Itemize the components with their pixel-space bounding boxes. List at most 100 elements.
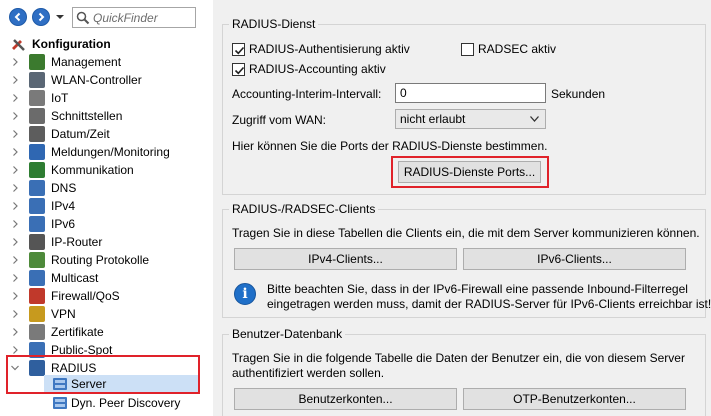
- auth-checkbox[interactable]: RADIUS-Authentisierung aktiv: [232, 42, 410, 56]
- monitoring-icon: [29, 144, 45, 160]
- tree-item-meldungen-monitoring[interactable]: Meldungen/Monitoring: [0, 143, 207, 161]
- tree-item-label: Datum/Zeit: [51, 127, 110, 141]
- tree-item-label: Meldungen/Monitoring: [51, 145, 170, 159]
- chevron-right-icon[interactable]: [11, 58, 19, 66]
- arrow-left-icon: [14, 12, 21, 22]
- ipv6-note-line1: Bitte beachten Sie, dass in der IPv6-Fir…: [267, 282, 688, 296]
- ports-text: Hier können Sie die Ports der RADIUS-Die…: [232, 139, 548, 153]
- quickfinder-field[interactable]: [72, 7, 196, 28]
- tree-item-label: VPN: [51, 307, 76, 321]
- tree-root-label: Konfiguration: [32, 37, 111, 51]
- ipv4-clients-button[interactable]: IPv4-Clients...: [234, 248, 457, 270]
- tree-item-label: IPv4: [51, 199, 76, 213]
- group-title-userdb: Benutzer-Datenbank: [229, 327, 346, 341]
- checkmark-icon: [234, 66, 245, 74]
- ipv4-icon: [29, 198, 45, 214]
- tree-root-konfiguration[interactable]: Konfiguration: [0, 35, 207, 53]
- chevron-right-icon[interactable]: [11, 238, 19, 246]
- clients-text: Tragen Sie in diese Tabellen die Clients…: [232, 226, 700, 240]
- otp-accounts-button[interactable]: OTP-Benutzerkonten...: [463, 388, 686, 410]
- tree-item-label: IoT: [51, 91, 69, 105]
- ipv6-icon: [29, 216, 45, 232]
- tree-item-zertifikate[interactable]: Zertifikate: [0, 323, 207, 341]
- wan-access-select[interactable]: nicht erlaubt: [395, 109, 546, 129]
- tree-item-wlan-controller[interactable]: WLAN-Controller: [0, 71, 207, 89]
- group-radius-clients: RADIUS-/RADSEC-Clients Tragen Sie in die…: [222, 202, 711, 318]
- radsec-checkbox-box[interactable]: [461, 42, 474, 56]
- tree-item-label: Schnittstellen: [51, 109, 123, 123]
- ipv6-note-line2: eingetragen werden muss, damit der RADIU…: [267, 297, 711, 311]
- management-icon: [29, 54, 45, 70]
- forward-button[interactable]: [32, 8, 50, 26]
- tree-item-dns[interactable]: DNS: [0, 179, 207, 197]
- group-title-clients: RADIUS-/RADSEC-Clients: [229, 202, 379, 216]
- tree-item-multicast[interactable]: Multicast: [0, 269, 207, 287]
- tools-icon: [12, 39, 25, 51]
- dns-icon: [29, 180, 45, 196]
- communication-icon: [29, 162, 45, 178]
- tree-item-firewall-qos[interactable]: Firewall/QoS: [0, 287, 207, 305]
- navigation-pane: Konfiguration Management WLAN-Controller I…: [0, 0, 207, 416]
- tree-item-ip-router[interactable]: IP-Router: [0, 233, 207, 251]
- tree-item-iot[interactable]: IoT: [0, 89, 207, 107]
- info-icon: i: [234, 283, 256, 305]
- nav-toolbar: [0, 0, 207, 34]
- back-button[interactable]: [9, 8, 27, 26]
- vpn-icon: [29, 306, 45, 322]
- tree-item-label: IPv6: [51, 217, 76, 231]
- auth-checkbox-box[interactable]: [232, 42, 245, 56]
- accounting-checkbox-box[interactable]: [232, 62, 245, 76]
- arrow-right-icon: [38, 12, 45, 22]
- certificate-icon: [29, 324, 45, 340]
- chevron-right-icon[interactable]: [11, 292, 19, 300]
- tree-item-vpn[interactable]: VPN: [0, 305, 207, 323]
- tree-item-label: Kommunikation: [51, 163, 134, 177]
- tree-item-label: DNS: [51, 181, 77, 195]
- radius-highlight-box: [6, 355, 200, 394]
- interim-interval-unit: Sekunden: [551, 87, 606, 101]
- chevron-right-icon[interactable]: [11, 256, 19, 264]
- tree-item-ipv6[interactable]: IPv6: [0, 215, 207, 233]
- wlan-controller-icon: [29, 72, 45, 88]
- tree-item-routing-protokolle[interactable]: Routing Protokolle: [0, 251, 207, 269]
- quickfinder-input[interactable]: [93, 9, 193, 26]
- ipv6-clients-button[interactable]: IPv6-Clients...: [463, 248, 686, 270]
- interim-interval-label: Accounting-Interim-Intervall:: [232, 87, 382, 101]
- chevron-right-icon[interactable]: [11, 130, 19, 138]
- interim-interval-input[interactable]: 0: [395, 83, 546, 103]
- peer-discovery-icon: [53, 397, 67, 409]
- tree-item-kommunikation[interactable]: Kommunikation: [0, 161, 207, 179]
- chevron-right-icon[interactable]: [11, 112, 19, 120]
- router-icon: [29, 234, 45, 250]
- radsec-checkbox[interactable]: RADSEC aktiv: [461, 42, 556, 56]
- chevron-right-icon[interactable]: [11, 94, 19, 102]
- ports-highlight-box: [391, 156, 549, 188]
- chevron-right-icon[interactable]: [11, 274, 19, 282]
- chevron-right-icon[interactable]: [11, 220, 19, 228]
- chevron-right-icon[interactable]: [11, 148, 19, 156]
- chevron-right-icon[interactable]: [11, 346, 19, 354]
- tree-item-schnittstellen[interactable]: Schnittstellen: [0, 107, 207, 125]
- chevron-right-icon[interactable]: [11, 310, 19, 318]
- wan-access-value: nicht erlaubt: [400, 112, 466, 126]
- search-icon: [76, 11, 90, 25]
- user-accounts-button[interactable]: Benutzerkonten...: [234, 388, 457, 410]
- accounting-checkbox-label: RADIUS-Accounting aktiv: [249, 62, 386, 76]
- chevron-right-icon[interactable]: [11, 184, 19, 192]
- history-dropdown-icon[interactable]: [55, 12, 65, 22]
- accounting-checkbox[interactable]: RADIUS-Accounting aktiv: [232, 62, 386, 76]
- tree-item-management[interactable]: Management: [0, 53, 207, 71]
- chevron-right-icon[interactable]: [11, 76, 19, 84]
- chevron-right-icon[interactable]: [11, 328, 19, 336]
- wan-access-label: Zugriff vom WAN:: [232, 113, 327, 127]
- userdb-text-line1: Tragen Sie in die folgende Tabelle die D…: [232, 351, 685, 365]
- tree-item-datum-zeit[interactable]: Datum/Zeit: [0, 125, 207, 143]
- tree-item-dyn-peer-discovery[interactable]: [52, 395, 70, 413]
- chevron-right-icon[interactable]: [11, 166, 19, 174]
- tree-item-label: Multicast: [51, 271, 99, 285]
- group-benutzer-datenbank: Benutzer-Datenbank Tragen Sie in die fol…: [222, 327, 706, 416]
- tree-item-ipv4[interactable]: IPv4: [0, 197, 207, 215]
- tree-item-dyn-peer-discovery-label: Dyn. Peer Discovery: [71, 396, 181, 410]
- clock-icon: [29, 126, 45, 142]
- chevron-right-icon[interactable]: [11, 202, 19, 210]
